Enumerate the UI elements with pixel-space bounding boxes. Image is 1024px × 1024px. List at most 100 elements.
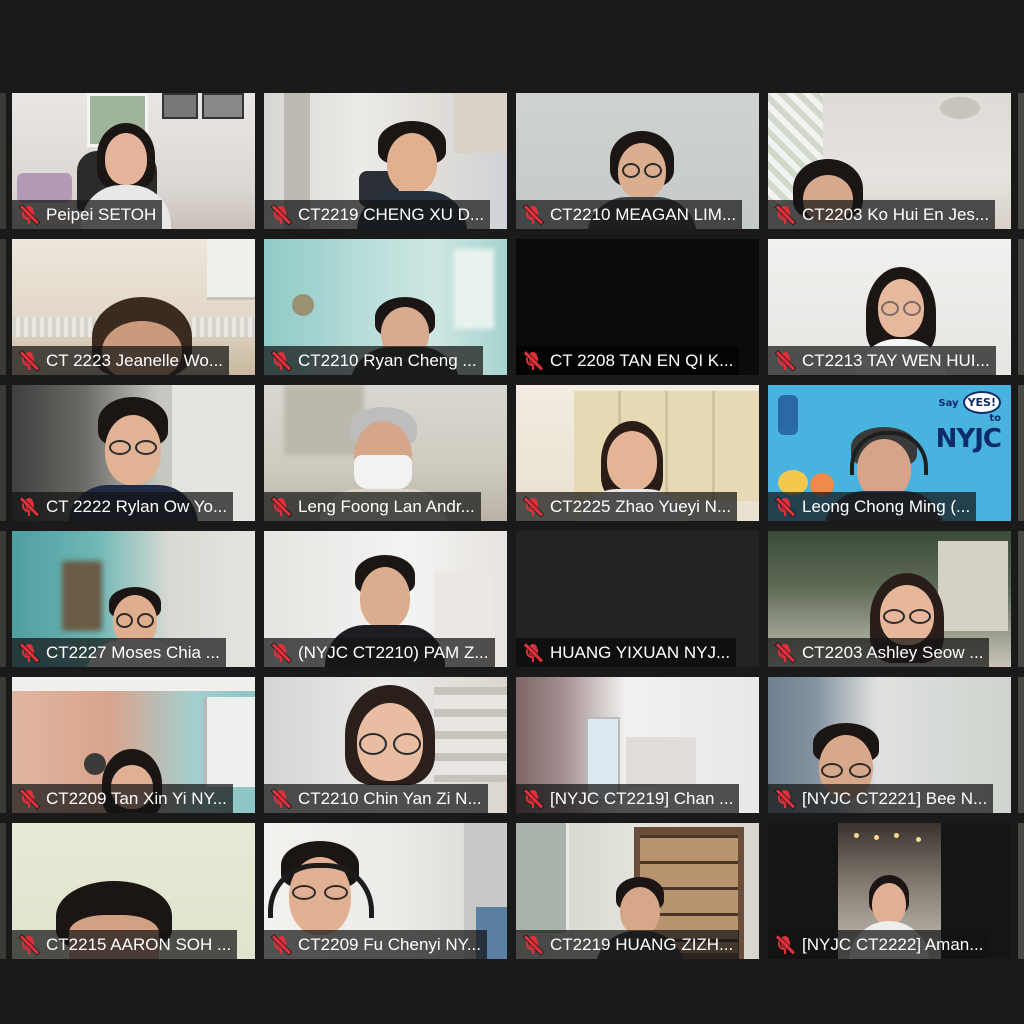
participant-tile[interactable]: CT2210 MEAGAN LIM... [516,93,759,229]
participant-name: CT 2223 Jeanelle Wo... [46,350,224,370]
participant-name-label: (NYJC CT2210) PAM Z... [264,638,495,667]
participant-tile[interactable]: CT2227 Moses Chia ... [12,531,255,667]
microphone-muted-icon [19,789,39,809]
microphone-muted-icon [271,497,291,517]
participant-name: HUANG YIXUAN NYJ... [550,642,731,662]
participant-name: CT2210 MEAGAN LIM... [550,204,737,224]
participant-name-label: CT2215 AARON SOH ... [12,930,238,959]
participant-tile[interactable]: Leng Foong Lan Andr... [264,385,507,521]
microphone-muted-icon [775,643,795,663]
participant-tile[interactable]: CT2209 Fu Chenyi NY... [264,823,507,959]
microphone-muted-icon [523,643,543,663]
participant-name: CT2213 TAY WEN HUI... [802,350,990,370]
microphone-muted-icon [271,789,291,809]
participant-name: CT2219 CHENG XU D... [298,204,485,224]
participant-tile[interactable]: CT 2208 TAN EN QI K... [516,239,759,375]
participant-tile[interactable]: CT2215 AARON SOH ... [12,823,255,959]
participant-name-label: CT2203 Ashley Seow ... [768,638,990,667]
participant-tile[interactable]: CT2219 CHENG XU D... [264,93,507,229]
participant-tile[interactable]: CT2203 Ashley Seow ... [768,531,1011,667]
participant-name: [NYJC CT2222] Aman... [802,934,984,954]
participant-name: (NYJC CT2210) PAM Z... [298,642,489,662]
participant-tile[interactable]: [NYJC CT2219] Chan ... [516,677,759,813]
microphone-muted-icon [19,205,39,225]
participant-name-label: CT2210 Chin Yan Zi N... [264,784,488,813]
participant-name: CT 2208 TAN EN QI K... [550,350,734,370]
microphone-muted-icon [775,497,795,517]
participant-name-label: CT2203 Ko Hui En Jes... [768,200,996,229]
participant-name-label: CT2210 MEAGAN LIM... [516,200,743,229]
participant-tile[interactable]: (NYJC CT2210) PAM Z... [264,531,507,667]
participant-tile[interactable]: CT 2222 Rylan Ow Yo... [12,385,255,521]
microphone-muted-icon [775,205,795,225]
participant-name-label: [NYJC CT2221] Bee N... [768,784,994,813]
participant-name: CT 2222 Rylan Ow Yo... [46,496,228,516]
microphone-muted-icon [775,935,795,955]
participant-tile[interactable]: [NYJC CT2221] Bee N... [768,677,1011,813]
participant-tile[interactable]: CT2213 TAY WEN HUI... [768,239,1011,375]
microphone-muted-icon [271,205,291,225]
participant-tile[interactable]: CT2219 HUANG ZIZH... [516,823,759,959]
microphone-muted-icon [523,935,543,955]
participant-tile[interactable]: CT2203 Ko Hui En Jes... [768,93,1011,229]
participant-tile[interactable]: CT2225 Zhao Yueyi N... [516,385,759,521]
participant-name-label: CT2219 HUANG ZIZH... [516,930,740,959]
microphone-muted-icon [523,497,543,517]
participant-tile[interactable]: CT2210 Ryan Cheng ... [264,239,507,375]
participant-name: CT2219 HUANG ZIZH... [550,934,734,954]
participant-name-label: CT2209 Fu Chenyi NY... [264,930,487,959]
participant-name-label: CT 2208 TAN EN QI K... [516,346,740,375]
participant-tile[interactable]: CT2210 Chin Yan Zi N... [264,677,507,813]
participant-name: CT2203 Ashley Seow ... [802,642,984,662]
microphone-muted-icon [775,789,795,809]
participant-name: [NYJC CT2221] Bee N... [802,788,988,808]
participant-tile[interactable]: Peipei SETOH [12,93,255,229]
participant-name: CT2210 Ryan Cheng ... [298,350,477,370]
microphone-muted-icon [271,643,291,663]
participant-name-label: CT 2223 Jeanelle Wo... [12,346,230,375]
participant-name-label: Leng Foong Lan Andr... [264,492,481,521]
participant-name: CT2227 Moses Chia ... [46,642,220,662]
microphone-muted-icon [271,935,291,955]
participant-name-label: CT 2222 Rylan Ow Yo... [12,492,234,521]
microphone-muted-icon [19,935,39,955]
microphone-muted-icon [523,205,543,225]
participant-tile[interactable]: CT2209 Tan Xin Yi NY... [12,677,255,813]
participant-name-label: CT2210 Ryan Cheng ... [264,346,483,375]
participant-name-label: Leong Chong Ming (... [768,492,977,521]
participant-name-label: CT2227 Moses Chia ... [12,638,226,667]
microphone-muted-icon [19,351,39,371]
participant-name: Leong Chong Ming (... [802,496,971,516]
participant-name-label: Peipei SETOH [12,200,163,229]
microphone-muted-icon [19,497,39,517]
participant-tile[interactable]: HUANG YIXUAN NYJ... [516,531,759,667]
participant-name: CT2209 Tan Xin Yi NY... [46,788,227,808]
participant-name: [NYJC CT2219] Chan ... [550,788,734,808]
participant-tile[interactable]: [NYJC CT2222] Aman... [768,823,1011,959]
participant-name-label: [NYJC CT2222] Aman... [768,930,990,959]
microphone-muted-icon [523,789,543,809]
nyjc-virtual-background-logo: Say YES! to NYJC [936,391,1002,452]
participant-name-label: [NYJC CT2219] Chan ... [516,784,740,813]
microphone-muted-icon [271,351,291,371]
microphone-muted-icon [775,351,795,371]
microphone-muted-icon [523,351,543,371]
gallery-view-grid: Peipei SETOH CT2219 CHENG XU D... CT2210… [12,93,1011,959]
participant-name-label: CT2225 Zhao Yueyi N... [516,492,738,521]
participant-name-label: HUANG YIXUAN NYJ... [516,638,737,667]
participant-tile[interactable]: CT 2223 Jeanelle Wo... [12,239,255,375]
participant-name: Leng Foong Lan Andr... [298,496,475,516]
participant-name: CT2210 Chin Yan Zi N... [298,788,482,808]
participant-name-label: CT2209 Tan Xin Yi NY... [12,784,233,813]
participant-name: CT2209 Fu Chenyi NY... [298,934,481,954]
participant-tile[interactable]: Say YES! to NYJC Leong Chong Ming (... [768,385,1011,521]
participant-name-label: CT2213 TAY WEN HUI... [768,346,996,375]
participant-name: CT2215 AARON SOH ... [46,934,232,954]
participant-name: Peipei SETOH [46,204,157,224]
participant-name-label: CT2219 CHENG XU D... [264,200,491,229]
microphone-muted-icon [19,643,39,663]
participant-name: CT2225 Zhao Yueyi N... [550,496,732,516]
right-edge-partial-tiles [1016,93,1024,959]
participant-name: CT2203 Ko Hui En Jes... [802,204,990,224]
left-edge-partial-tiles [0,93,8,959]
